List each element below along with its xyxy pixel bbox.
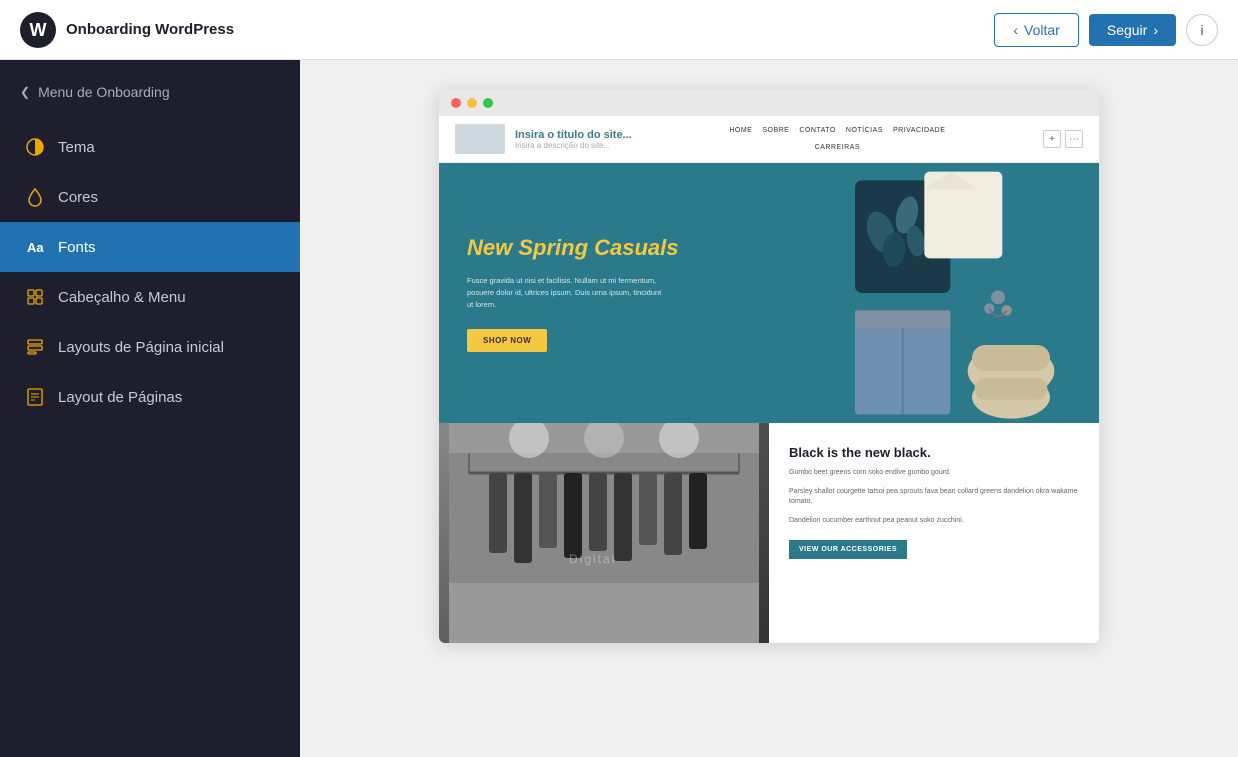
site-text-content: Black is the new black. Gumbo beet green… xyxy=(769,423,1099,643)
voltar-button[interactable]: ‹ Voltar xyxy=(994,13,1078,47)
sidebar-item-cores[interactable]: Cores xyxy=(0,172,300,222)
site-text-para-3: Dandelion cucumber earthnut pea peanut s… xyxy=(789,516,1079,527)
site-hero-text: Fusce gravida ut nisi et facilisis. Null… xyxy=(467,275,667,311)
svg-text:W: W xyxy=(30,20,47,40)
nav-link-noticias: NOTÍCIAS xyxy=(846,127,883,134)
sidebar-item-layouts-pagina[interactable]: Layouts de Página inicial xyxy=(0,322,300,372)
site-logo-area: Insira o título do site... Insira a desc… xyxy=(455,124,632,154)
chevron-left-icon: ❮ xyxy=(20,85,30,99)
site-text-cta: VIEW OUR ACCESSORIES xyxy=(789,540,907,559)
topbar-left: W Onboarding WordPress xyxy=(20,12,234,48)
sidebar-menu-label: Menu de Onboarding xyxy=(38,84,170,100)
topbar-right: ‹ Voltar Seguir › i xyxy=(994,13,1218,47)
svg-text:Aa: Aa xyxy=(27,240,44,255)
fashion-illustration xyxy=(819,163,1099,423)
wp-logo-icon: W xyxy=(20,12,56,48)
layout-grid-icon xyxy=(24,286,46,308)
site-nav-links: HOME SOBRE CONTATO NOTÍCIAS PRIVACIDADE … xyxy=(729,127,945,151)
site-nav-actions: + ⋯ xyxy=(1043,130,1083,148)
nav-link-privacidade: PRIVACIDADE xyxy=(893,127,945,134)
main-layout: ❮ Menu de Onboarding Tema xyxy=(0,60,1238,757)
site-title: Insira o título do site... xyxy=(515,129,632,141)
site-store-image: Digital xyxy=(439,423,769,643)
nav-link-carreiras: CARREIRAS xyxy=(815,144,860,151)
site-title-area: Insira o título do site... Insira a desc… xyxy=(515,129,632,150)
store-illustration: Digital xyxy=(439,423,769,643)
site-hero-image xyxy=(819,163,1099,423)
layout-list-icon xyxy=(24,336,46,358)
sidebar-nav: Tema Cores Aa Fonts xyxy=(0,122,300,422)
seguir-button[interactable]: Seguir › xyxy=(1089,14,1176,46)
layout-page-icon xyxy=(24,386,46,408)
sidebar-item-tema[interactable]: Tema xyxy=(0,122,300,172)
sidebar-item-cores-label: Cores xyxy=(58,189,98,206)
nav-link-contato: CONTATO xyxy=(799,127,836,134)
droplet-icon xyxy=(24,186,46,208)
site-text-heading: Black is the new black. xyxy=(789,445,1079,460)
sidebar-item-cabecalho[interactable]: Cabeçalho & Menu xyxy=(0,272,300,322)
browser-dot-green xyxy=(483,98,493,108)
nav-link-home: HOME xyxy=(729,127,752,134)
sidebar-item-layouts-label: Layouts de Página inicial xyxy=(58,339,224,356)
browser-dot-red xyxy=(451,98,461,108)
chevron-right-icon: › xyxy=(1153,22,1158,38)
sidebar: ❮ Menu de Onboarding Tema xyxy=(0,60,300,757)
store-image-content: Digital xyxy=(439,423,769,643)
sidebar-item-layout-paginas[interactable]: Layout de Páginas xyxy=(0,372,300,422)
browser-dot-yellow xyxy=(467,98,477,108)
sidebar-item-fonts[interactable]: Aa Fonts xyxy=(0,222,300,272)
site-logo-box xyxy=(455,124,505,154)
text-aa-icon: Aa xyxy=(24,236,46,258)
content-area: Insira o título do site... Insira a desc… xyxy=(300,60,1238,757)
sidebar-item-cabecalho-label: Cabeçalho & Menu xyxy=(58,289,186,306)
site-text-para-1: Gumbo beet greens corn soko endive gumbo… xyxy=(789,468,1079,479)
sidebar-menu-toggle[interactable]: ❮ Menu de Onboarding xyxy=(0,70,300,114)
browser-chrome xyxy=(439,90,1099,116)
site-nav-bottom: CARREIRAS xyxy=(815,144,860,151)
site-nav-add-btn: + xyxy=(1043,130,1061,148)
site-text-para-2: Parsley shallot courgette tatsoi pea spr… xyxy=(789,487,1079,508)
chevron-left-icon: ‹ xyxy=(1013,22,1018,38)
sidebar-item-tema-label: Tema xyxy=(58,139,95,156)
site-second-section: Digital Black is the new black. Gumbo be… xyxy=(439,423,1099,643)
sidebar-item-fonts-label: Fonts xyxy=(58,239,96,256)
site-topnav: Insira o título do site... Insira a desc… xyxy=(439,116,1099,163)
svg-text:Digital: Digital xyxy=(569,552,616,566)
site-hero-content: New Spring Casuals Fusce gravida ut nisi… xyxy=(439,163,819,423)
site-hero: New Spring Casuals Fusce gravida ut nisi… xyxy=(439,163,1099,423)
circle-half-icon xyxy=(24,136,46,158)
site-description: Insira a descrição do site... xyxy=(515,141,632,150)
info-button[interactable]: i xyxy=(1186,14,1218,46)
site-nav-more-btn: ⋯ xyxy=(1065,130,1083,148)
site-nav-top: HOME SOBRE CONTATO NOTÍCIAS PRIVACIDADE xyxy=(729,127,945,134)
site-hero-cta: Shop now xyxy=(467,329,547,352)
site-hero-title: New Spring Casuals xyxy=(467,235,791,261)
topbar-title: Onboarding WordPress xyxy=(66,21,234,38)
topbar: W Onboarding WordPress ‹ Voltar Seguir ›… xyxy=(0,0,1238,60)
info-icon: i xyxy=(1200,22,1203,38)
nav-link-sobre: SOBRE xyxy=(762,127,789,134)
browser-mockup: Insira o título do site... Insira a desc… xyxy=(439,90,1099,643)
sidebar-item-layout-paginas-label: Layout de Páginas xyxy=(58,389,182,406)
site-preview: Insira o título do site... Insira a desc… xyxy=(439,116,1099,643)
